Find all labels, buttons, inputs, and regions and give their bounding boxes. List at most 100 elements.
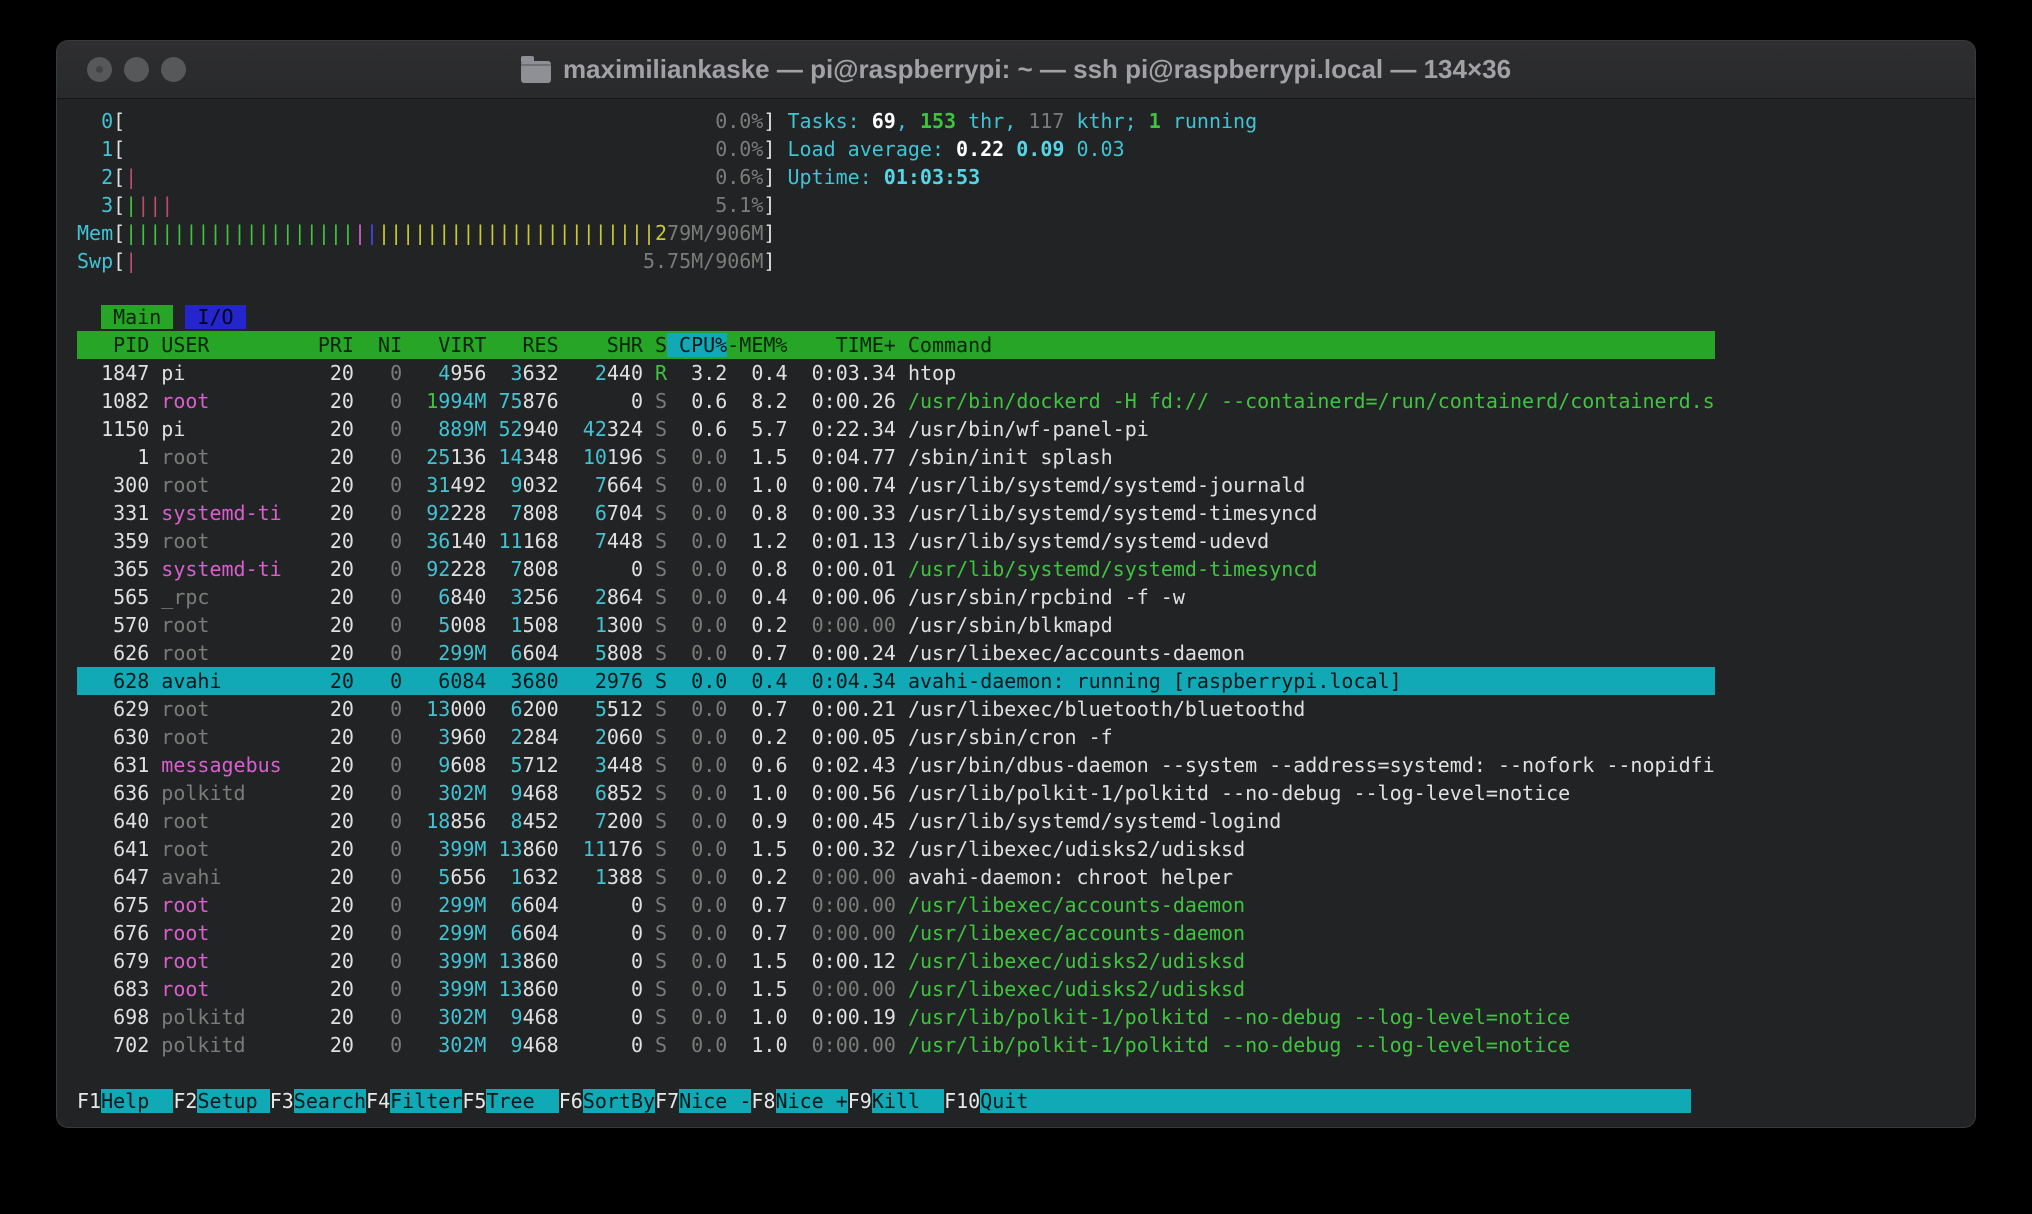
fnkey-f10[interactable]: F10 [944, 1089, 980, 1113]
process-row-640[interactable]: 640 root 20 0 18856 8452 7200 S 0.0 0.9 … [77, 807, 1715, 835]
process-row-1847[interactable]: 1847 pi 20 0 4956 3632 2440 R 3.2 0.4 0:… [77, 359, 1715, 387]
process-row-331[interactable]: 331 systemd-ti 20 0 92228 7808 6704 S 0.… [77, 499, 1715, 527]
process-field: 52 [498, 417, 522, 441]
process-field: 6 [595, 781, 607, 805]
fnlabel-help[interactable]: Help [101, 1089, 173, 1113]
process-row-636[interactable]: 636 polkitd 20 0 302M 9468 6852 S 0.0 1.… [77, 779, 1715, 807]
process-field: 11 [499, 529, 523, 553]
process-field [486, 977, 498, 1001]
window-titlebar[interactable]: maximiliankaske — pi@raspberrypi: ~ — ss… [57, 41, 1975, 99]
process-row-629[interactable]: 629 root 20 0 13000 6200 5512 S 0.0 0.7 … [77, 695, 1715, 723]
process-row-630[interactable]: 630 root 20 0 3960 2284 2060 S 0.0 0.2 0… [77, 723, 1715, 751]
process-field [559, 1033, 631, 1057]
process-field: /usr/lib/polkit-1/polkitd --no-debug --l… [896, 781, 1570, 805]
process-field: S [643, 445, 667, 469]
fnlabel-search[interactable]: Search [294, 1089, 366, 1113]
fnlabel-tree[interactable]: Tree [486, 1089, 558, 1113]
process-row-628[interactable]: 628 avahi 20 0 6084 3680 2976 S 0.0 0.4 … [77, 667, 1715, 695]
mem-meter: Mem[||||||||||||||||||||||||||||||||||||… [77, 219, 1715, 247]
fnkey-f7[interactable]: F7 [655, 1089, 679, 1113]
meter-fill [137, 249, 643, 273]
process-row-570[interactable]: 570 root 20 0 5008 1508 1300 S 0.0 0.2 0… [77, 611, 1715, 639]
fnkey-f6[interactable]: F6 [559, 1089, 583, 1113]
process-row-565[interactable]: 565 _rpc 20 0 6840 3256 2864 S 0.0 0.4 0… [77, 583, 1715, 611]
process-row-626[interactable]: 626 root 20 0 299M 6604 5808 S 0.0 0.7 0… [77, 639, 1715, 667]
process-field: S [643, 1033, 667, 1057]
process-field: 008 [450, 613, 486, 637]
header-command-column[interactable]: Command [896, 333, 992, 357]
process-row-675[interactable]: 675 root 20 0 299M 6604 0 S 0.0 0.7 0:00… [77, 891, 1715, 919]
fnlabel-kill[interactable]: Kill [872, 1089, 944, 1113]
process-row-698[interactable]: 698 polkitd 20 0 302M 9468 0 S 0.0 1.0 0… [77, 1003, 1715, 1031]
process-row-300[interactable]: 300 root 20 0 31492 9032 7664 S 0.0 1.0 … [77, 471, 1715, 499]
process-field: 0:03.34 [788, 361, 896, 385]
process-field: 468 [523, 1005, 559, 1029]
process-field [486, 949, 498, 973]
process-field: 0.8 [727, 501, 787, 525]
fnlabel-filter[interactable]: Filter [390, 1089, 462, 1113]
process-row-1150[interactable]: 1150 pi 20 0 889M 52940 42324 S 0.6 5.7 … [77, 415, 1715, 443]
process-row-641[interactable]: 641 root 20 0 399M 13860 11176 S 0.0 1.5… [77, 835, 1715, 863]
process-row-647[interactable]: 647 avahi 20 0 5656 1632 1388 S 0.0 0.2 … [77, 863, 1715, 891]
process-field: 656 [450, 865, 486, 889]
process-field: /usr/libexec/bluetooth/bluetoothd [896, 697, 1305, 721]
process-row-676[interactable]: 676 root 20 0 299M 6604 0 S 0.0 0.7 0:00… [77, 919, 1715, 947]
fnkey-f8[interactable]: F8 [751, 1089, 775, 1113]
fnkey-f9[interactable]: F9 [848, 1089, 872, 1113]
fnkey-f3[interactable]: F3 [270, 1089, 294, 1113]
process-field: 0 [631, 1005, 643, 1029]
process-field: 20 [318, 753, 354, 777]
process-field: 704 [607, 501, 643, 525]
process-field [559, 753, 595, 777]
fnlabel-setup[interactable]: Setup [197, 1089, 269, 1113]
meter-bar: ||||||||||||||||||| [125, 221, 354, 245]
window-title-text: maximiliankaske — pi@raspberrypi: ~ — ss… [563, 54, 1511, 85]
process-row-1[interactable]: 1 root 20 0 25136 14348 10196 S 0.0 1.5 … [77, 443, 1715, 471]
process-row-359[interactable]: 359 root 20 0 36140 11168 7448 S 0.0 1.2… [77, 527, 1715, 555]
fnlabel-nice[interactable]: Nice + [776, 1089, 848, 1113]
process-field: /usr/lib/systemd/systemd-timesyncd [896, 501, 1317, 525]
process-row-631[interactable]: 631 messagebus 20 0 9608 5712 3448 S 0.0… [77, 751, 1715, 779]
table-header[interactable]: PID USER PRI NI VIRT RES SHR S CPU%-MEM%… [77, 331, 1715, 359]
fnkey-f2[interactable]: F2 [173, 1089, 197, 1113]
fnkey-f1[interactable]: F1 [77, 1089, 101, 1113]
process-row-683[interactable]: 683 root 20 0 399M 13860 0 S 0.0 1.5 0:0… [77, 975, 1715, 1003]
fnlabel-sortby[interactable]: SortBy [583, 1089, 655, 1113]
meter-text: 2 [655, 221, 667, 245]
header-time-column[interactable]: TIME+ [787, 333, 895, 357]
process-field: 0 [354, 613, 402, 637]
fnlabel-nice[interactable]: Nice - [679, 1089, 751, 1113]
process-field [402, 949, 438, 973]
process-field [402, 753, 438, 777]
close-button[interactable] [87, 57, 112, 82]
process-field [402, 641, 438, 665]
terminal-screen[interactable]: 0[ 0.0%] Tasks: 69, 153 thr, 117 kthr; 1… [77, 107, 1715, 1115]
minimize-button[interactable] [124, 57, 149, 82]
process-field [486, 417, 498, 441]
process-row-702[interactable]: 702 polkitd 20 0 302M 9468 0 S 0.0 1.0 0… [77, 1031, 1715, 1059]
process-field: 256 [523, 585, 559, 609]
process-row-679[interactable]: 679 root 20 0 399M 13860 0 S 0.0 1.5 0:0… [77, 947, 1715, 975]
header-sort-column[interactable]: CPU% [667, 333, 727, 357]
process-row-365[interactable]: 365 systemd-ti 20 0 92228 7808 0 S 0.0 0… [77, 555, 1715, 583]
process-field [402, 501, 426, 525]
fnlabel-quit[interactable]: Quit [980, 1089, 1052, 1113]
header-mem-column[interactable]: -MEM% [727, 333, 787, 357]
fnbar-fill [1052, 1089, 1690, 1113]
tab-main[interactable]: Main [101, 305, 173, 329]
zoom-button[interactable] [161, 57, 186, 82]
process-field: polkitd [161, 1005, 318, 1029]
process-field: 10 [583, 445, 607, 469]
process-field: 5 [595, 697, 607, 721]
process-field: 0 [354, 1033, 402, 1057]
process-field: /usr/bin/dockerd -H fd:// --containerd=/… [896, 389, 1715, 413]
tab-io[interactable]: I/O [185, 305, 245, 329]
fnkey-f4[interactable]: F4 [366, 1089, 390, 1113]
process-row-1082[interactable]: 1082 root 20 0 1994M 75876 0 S 0.6 8.2 0… [77, 387, 1715, 415]
fnkey-f5[interactable]: F5 [462, 1089, 486, 1113]
process-field: 0.0 [667, 949, 727, 973]
process-field: 3 [511, 669, 523, 693]
tasks-summary: 153 [920, 109, 956, 133]
process-field: root [161, 529, 318, 553]
process-field: 6 [438, 669, 450, 693]
